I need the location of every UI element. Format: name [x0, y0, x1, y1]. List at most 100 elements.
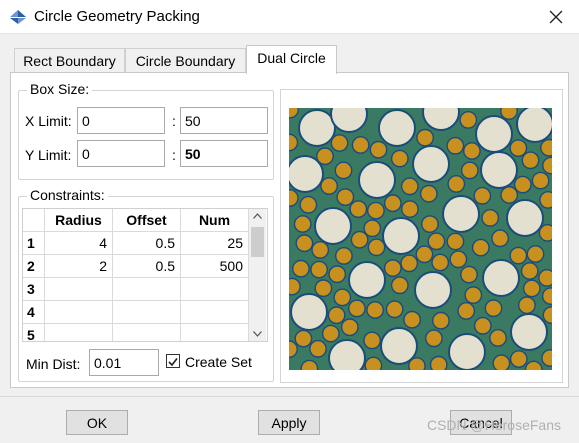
x-separator: :	[172, 113, 176, 129]
y-limit-label: Y Limit:	[25, 147, 72, 163]
small-circle	[473, 316, 492, 335]
small-circle	[419, 184, 438, 203]
large-circle	[289, 155, 324, 193]
create-set-label[interactable]: Create Set	[185, 354, 252, 370]
row-number[interactable]: 5	[23, 324, 45, 341]
small-circle	[310, 260, 329, 279]
x-min-input[interactable]	[77, 107, 165, 134]
small-circle	[401, 200, 419, 219]
small-circle	[471, 238, 490, 257]
y-separator: :	[172, 147, 176, 163]
small-circle	[340, 318, 359, 337]
x-max-input[interactable]	[180, 107, 268, 134]
close-button[interactable]	[533, 0, 579, 34]
radius-cell[interactable]	[45, 301, 113, 324]
small-circle	[400, 177, 419, 196]
small-circle	[492, 354, 511, 370]
large-circle	[382, 217, 420, 255]
small-circle	[460, 161, 479, 180]
ok-button[interactable]: OK	[66, 410, 128, 435]
small-circle	[539, 191, 552, 209]
app-icon	[9, 9, 27, 25]
small-circle	[294, 329, 313, 348]
large-circle	[412, 145, 450, 183]
footer-divider	[0, 396, 579, 397]
small-circle	[336, 188, 355, 207]
radius-cell[interactable]	[45, 324, 113, 341]
small-circle	[320, 177, 338, 195]
apply-button[interactable]: Apply	[258, 410, 320, 435]
watermark: CSDN @HeroseFans	[426, 417, 561, 433]
small-circle	[420, 215, 439, 234]
tab-dual-circle[interactable]: Dual Circle	[246, 45, 337, 74]
large-circle	[480, 151, 518, 189]
offset-cell[interactable]	[113, 324, 181, 341]
num-cell[interactable]: 500	[181, 255, 249, 278]
radius-cell[interactable]: 4	[45, 232, 113, 255]
scrollbar-thumb[interactable]	[251, 227, 264, 257]
small-circle	[449, 250, 468, 269]
create-set-checkbox[interactable]	[166, 354, 180, 368]
num-cell[interactable]: 25	[181, 232, 249, 255]
small-circle	[321, 324, 340, 343]
small-circle	[300, 359, 319, 370]
small-circle	[484, 299, 503, 318]
large-circle	[358, 161, 396, 199]
title-bar: Circle Geometry Packing	[0, 0, 579, 34]
small-circle	[299, 195, 318, 214]
small-circle	[431, 253, 450, 272]
small-circle	[328, 265, 347, 284]
small-circle	[517, 296, 536, 315]
small-circle	[427, 232, 446, 251]
large-circle	[475, 115, 513, 153]
large-circle	[380, 327, 418, 365]
small-circle	[333, 288, 352, 307]
small-circle	[491, 229, 510, 248]
offset-cell[interactable]: 0.5	[113, 255, 181, 278]
offset-cell[interactable]: 0.5	[113, 232, 181, 255]
num-cell[interactable]	[181, 301, 249, 324]
row-number[interactable]: 4	[23, 301, 45, 324]
small-circle	[367, 201, 385, 220]
tab-rect-boundary[interactable]: Rect Boundary	[14, 48, 125, 73]
header-num[interactable]: Num	[181, 209, 249, 232]
y-max-input[interactable]	[180, 140, 268, 167]
radius-cell[interactable]	[45, 278, 113, 301]
num-cell[interactable]	[181, 278, 249, 301]
min-dist-input[interactable]	[89, 349, 159, 376]
small-circle	[363, 331, 382, 350]
offset-cell[interactable]	[113, 278, 181, 301]
y-min-input[interactable]	[77, 140, 165, 167]
large-circle	[448, 333, 486, 370]
table-scrollbar[interactable]	[249, 209, 266, 341]
large-circle	[482, 259, 520, 297]
small-circle	[348, 299, 366, 318]
scroll-up-icon[interactable]	[253, 213, 262, 219]
window-title: Circle Geometry Packing	[34, 8, 200, 25]
row-number[interactable]: 1	[23, 232, 45, 255]
num-cell[interactable]	[181, 324, 249, 341]
header-radius[interactable]: Radius	[45, 209, 113, 232]
small-circle	[349, 200, 368, 219]
small-circle	[311, 240, 330, 259]
offset-cell[interactable]	[113, 301, 181, 324]
radius-cell[interactable]: 2	[45, 255, 113, 278]
row-number[interactable]: 2	[23, 255, 45, 278]
small-circle	[291, 259, 310, 278]
small-circle	[541, 287, 552, 305]
row-number[interactable]: 3	[23, 278, 45, 301]
tab-circle-boundary[interactable]: Circle Boundary	[125, 48, 246, 73]
small-circle	[446, 136, 465, 155]
small-circle	[314, 279, 333, 298]
small-circle	[335, 246, 353, 265]
small-circle	[364, 356, 383, 370]
header-offset[interactable]: Offset	[113, 209, 181, 232]
x-limit-label: X Limit:	[25, 113, 72, 129]
small-circle	[540, 138, 552, 157]
scroll-down-icon[interactable]	[253, 331, 262, 337]
small-circle	[363, 219, 382, 238]
small-circle	[526, 245, 545, 263]
small-circle	[351, 136, 370, 154]
small-circle	[460, 265, 478, 284]
small-circle	[367, 238, 386, 257]
